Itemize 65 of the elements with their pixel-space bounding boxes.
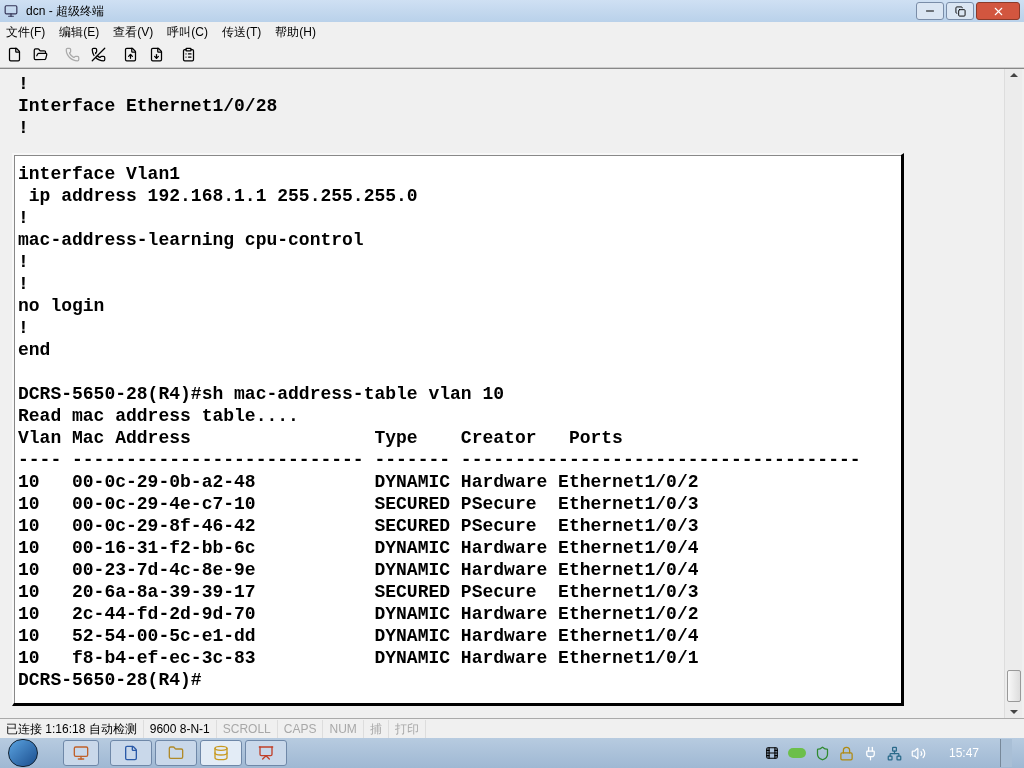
desktop-icon xyxy=(73,745,89,761)
terminal-line: interface Vlan1 xyxy=(18,163,181,185)
terminal-line: Interface Ethernet1/0/28 xyxy=(18,95,278,117)
terminal-line: ip address 192.168.1.1 255.255.255.0 xyxy=(27,185,418,207)
terminal-line: DCRS-5650-28(R4)# xyxy=(18,669,202,691)
status-item: 打印 xyxy=(388,719,426,738)
film-icon[interactable] xyxy=(764,746,779,760)
menu-item[interactable]: 文件(F) xyxy=(6,23,46,41)
terminal-line: ! xyxy=(18,273,29,295)
terminal-line: 10 2c-44-fd-2d-9d-70 DYNAMIC Hardware Ethernet1/0/2 xyxy=(18,603,699,625)
terminal-line: no login xyxy=(18,295,105,317)
start-button[interactable] xyxy=(8,739,38,767)
terminal-line: 10 20-6a-8a-39-39-17 SECURED PSecure Ethernet1/0/3 xyxy=(18,581,699,603)
status-item: 已连接 1:16:18 自动检测 xyxy=(0,719,144,738)
terminal-line: 10 00-0c-29-4e-c7-10 SECURED PSecure Ethernet1/0/3 xyxy=(18,493,699,515)
presentation-icon xyxy=(258,745,274,761)
taskbar-button[interactable] xyxy=(155,740,197,766)
scroll-thumb[interactable] xyxy=(1006,670,1021,702)
terminal-line: 10 00-0c-29-0b-a2-48 DYNAMIC Hardware Ethernet1/0/2 xyxy=(18,471,699,493)
status-item: NUM xyxy=(323,719,364,738)
database-icon xyxy=(213,745,229,761)
menu-item[interactable]: 编辑(E) xyxy=(59,23,100,41)
status-item: 9600 8-N-1 xyxy=(143,719,217,738)
menu-item[interactable]: 查看(V) xyxy=(113,23,154,41)
menu-item[interactable]: 呼叫(C) xyxy=(167,23,208,41)
status-item: 捕 xyxy=(363,719,389,738)
scrollbar[interactable] xyxy=(1004,69,1022,718)
taskbar-button[interactable] xyxy=(245,740,287,766)
taskbar-button[interactable] xyxy=(110,740,152,766)
terminal-line: DCRS-5650-28(R4)#sh mac-address-table vlan 10 xyxy=(18,383,505,405)
taskbar-button[interactable] xyxy=(63,740,99,766)
terminal-line: ! xyxy=(18,207,29,229)
scroll-down-icon[interactable] xyxy=(1009,710,1018,714)
menu-item[interactable]: 帮助(H) xyxy=(275,23,316,41)
network-icon[interactable] xyxy=(886,745,902,761)
terminal-line: 10 f8-b4-ef-ec-3c-83 DYNAMIC Hardware Ethernet1/0/1 xyxy=(18,647,699,669)
volume-icon[interactable] xyxy=(910,745,926,761)
terminal-line: ! xyxy=(18,117,29,139)
status-item: SCROLL xyxy=(216,719,278,738)
shield-icon[interactable] xyxy=(814,745,830,761)
restore-button[interactable] xyxy=(946,2,974,20)
terminal-line: 10 00-16-31-f2-bb-6c DYNAMIC Hardware Ethernet1/0/4 xyxy=(18,537,699,559)
status-item: CAPS xyxy=(277,719,324,738)
taskbar-button[interactable] xyxy=(200,740,242,766)
show-desktop-button[interactable] xyxy=(1000,739,1012,767)
close-button[interactable] xyxy=(976,2,1020,20)
terminal-line: ! xyxy=(18,73,29,95)
restore-icon xyxy=(954,5,966,17)
terminal-line: Read mac address table.... xyxy=(18,405,299,427)
window-title: dcn - 超级终端 xyxy=(26,3,104,20)
terminal-line: ---- --------------------------- ------- ------------------------------------- xyxy=(18,449,861,471)
folder-icon xyxy=(168,745,184,761)
document-icon xyxy=(123,745,139,761)
minimize-button[interactable] xyxy=(916,2,944,20)
terminal-line: end xyxy=(18,339,51,361)
terminal-line: Vlan Mac Address Type Creator Ports xyxy=(18,427,623,449)
terminal-line: ! xyxy=(18,251,29,273)
terminal-line: 10 52-54-00-5c-e1-dd DYNAMIC Hardware Ethernet1/0/4 xyxy=(18,625,699,647)
terminal-line: ! xyxy=(18,317,29,339)
terminal-icon xyxy=(4,4,18,18)
terminal-line: 10 00-23-7d-4c-8e-9e DYNAMIC Hardware Ethernet1/0/4 xyxy=(18,559,699,581)
scroll-up-icon[interactable] xyxy=(1009,73,1018,77)
terminal-line: mac-address-learning cpu-control xyxy=(18,229,364,251)
terminal-line: 10 00-0c-29-8f-46-42 SECURED PSecure Ethernet1/0/3 xyxy=(18,515,699,537)
menu-item[interactable]: 传送(T) xyxy=(222,23,262,41)
